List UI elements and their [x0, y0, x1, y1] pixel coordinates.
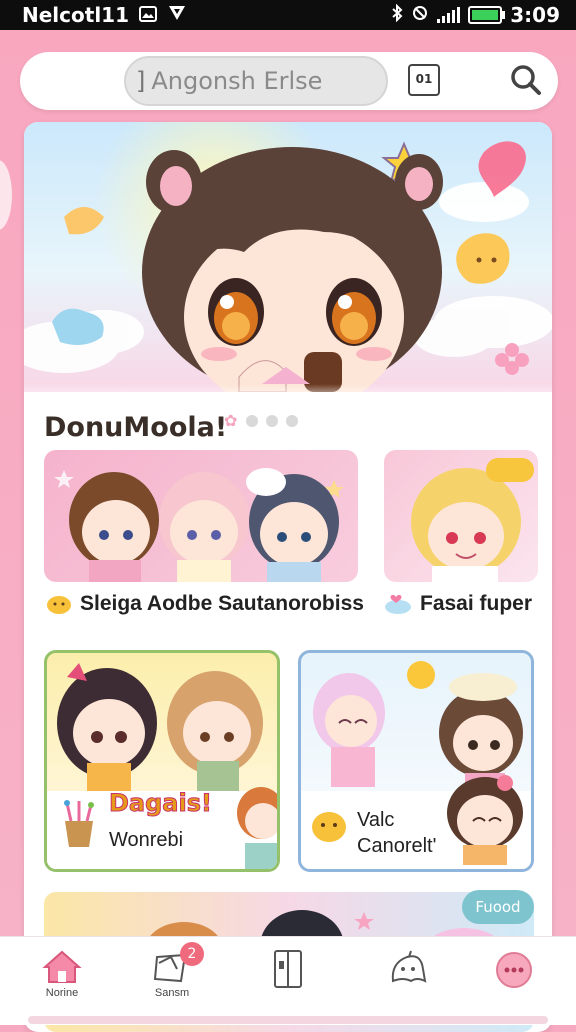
thumbnail-caption: Fasai fuper: [384, 592, 532, 616]
thumbnail-group-image[interactable]: [44, 450, 358, 582]
bluetooth-icon: [391, 3, 403, 27]
chick-icon: [46, 593, 72, 615]
signal-strength-icon: [437, 7, 461, 23]
chibi-waving-image: [439, 773, 531, 869]
clock: 3:09: [510, 3, 560, 27]
nav-more[interactable]: [474, 943, 554, 1019]
carousel-indicator[interactable]: ✿: [224, 411, 298, 430]
book-icon: [274, 950, 302, 988]
app-screen: ] Angonsh Erlse 01 DonuMoola! ✿ Sleiga A…: [0, 30, 576, 1032]
flower-icon: ✿: [224, 411, 238, 430]
nav-home[interactable]: Norine: [22, 943, 102, 1019]
status-bar: Nelcotl11 3:09: [0, 0, 576, 30]
side-decoration: [0, 160, 12, 230]
nav-characters[interactable]: [368, 943, 448, 1019]
tabs-button[interactable]: 01: [408, 64, 440, 96]
tile-title: Valc: [357, 809, 395, 831]
notification-badge: 2: [180, 942, 204, 966]
battery-icon: [468, 6, 506, 24]
more-icon: [496, 952, 532, 988]
search-icon[interactable]: [506, 60, 546, 100]
nav-label: Sansm: [154, 987, 190, 999]
location-icon: [167, 3, 187, 27]
home-icon: [42, 950, 82, 983]
nav-label: Norine: [45, 987, 79, 999]
carrier-name: Nelcotl11: [22, 3, 130, 27]
bottom-navigation: Norine Sansm: [0, 936, 576, 1025]
top-search-bar: ] Angonsh Erlse 01: [20, 52, 558, 110]
chick-icon: [309, 807, 349, 851]
thumbnail-caption: Sleiga Aodbe Sautanorobiss: [46, 592, 364, 616]
feed-card: DonuMoola! ✿ Sleiga Aodbe Sautanorobiss …: [24, 122, 552, 1032]
hero-banner-image[interactable]: [24, 122, 552, 392]
carousel-dot[interactable]: [246, 415, 258, 427]
feed-tile[interactable]: Dagais! Wonrebi: [44, 650, 280, 872]
feed-tile[interactable]: Valc Canorelt': [298, 650, 534, 872]
gesture-handle[interactable]: [28, 1016, 548, 1024]
tile-title: Dagais!: [109, 789, 213, 818]
chibi-peek-image: [235, 783, 277, 869]
tile-subtitle: Wonrebi: [109, 829, 184, 851]
heart-cloud-icon: [384, 593, 412, 615]
carousel-dot[interactable]: [266, 415, 278, 427]
nav-library[interactable]: [248, 943, 328, 1019]
search-input[interactable]: ] Angonsh Erlse: [124, 56, 388, 106]
section-title: DonuMoola!: [44, 412, 228, 443]
vibrate-icon: [411, 3, 429, 27]
feed-badge[interactable]: Fuood: [462, 890, 534, 924]
paint-bucket-icon: [57, 799, 101, 853]
image-notification-icon: [139, 3, 158, 27]
tile-subtitle: Canorelt': [357, 835, 437, 857]
search-placeholder: Angonsh Erlse: [151, 67, 323, 95]
ghost-icon: [391, 950, 427, 983]
carousel-dot[interactable]: [286, 415, 298, 427]
thumbnail-character-image[interactable]: [384, 450, 538, 582]
